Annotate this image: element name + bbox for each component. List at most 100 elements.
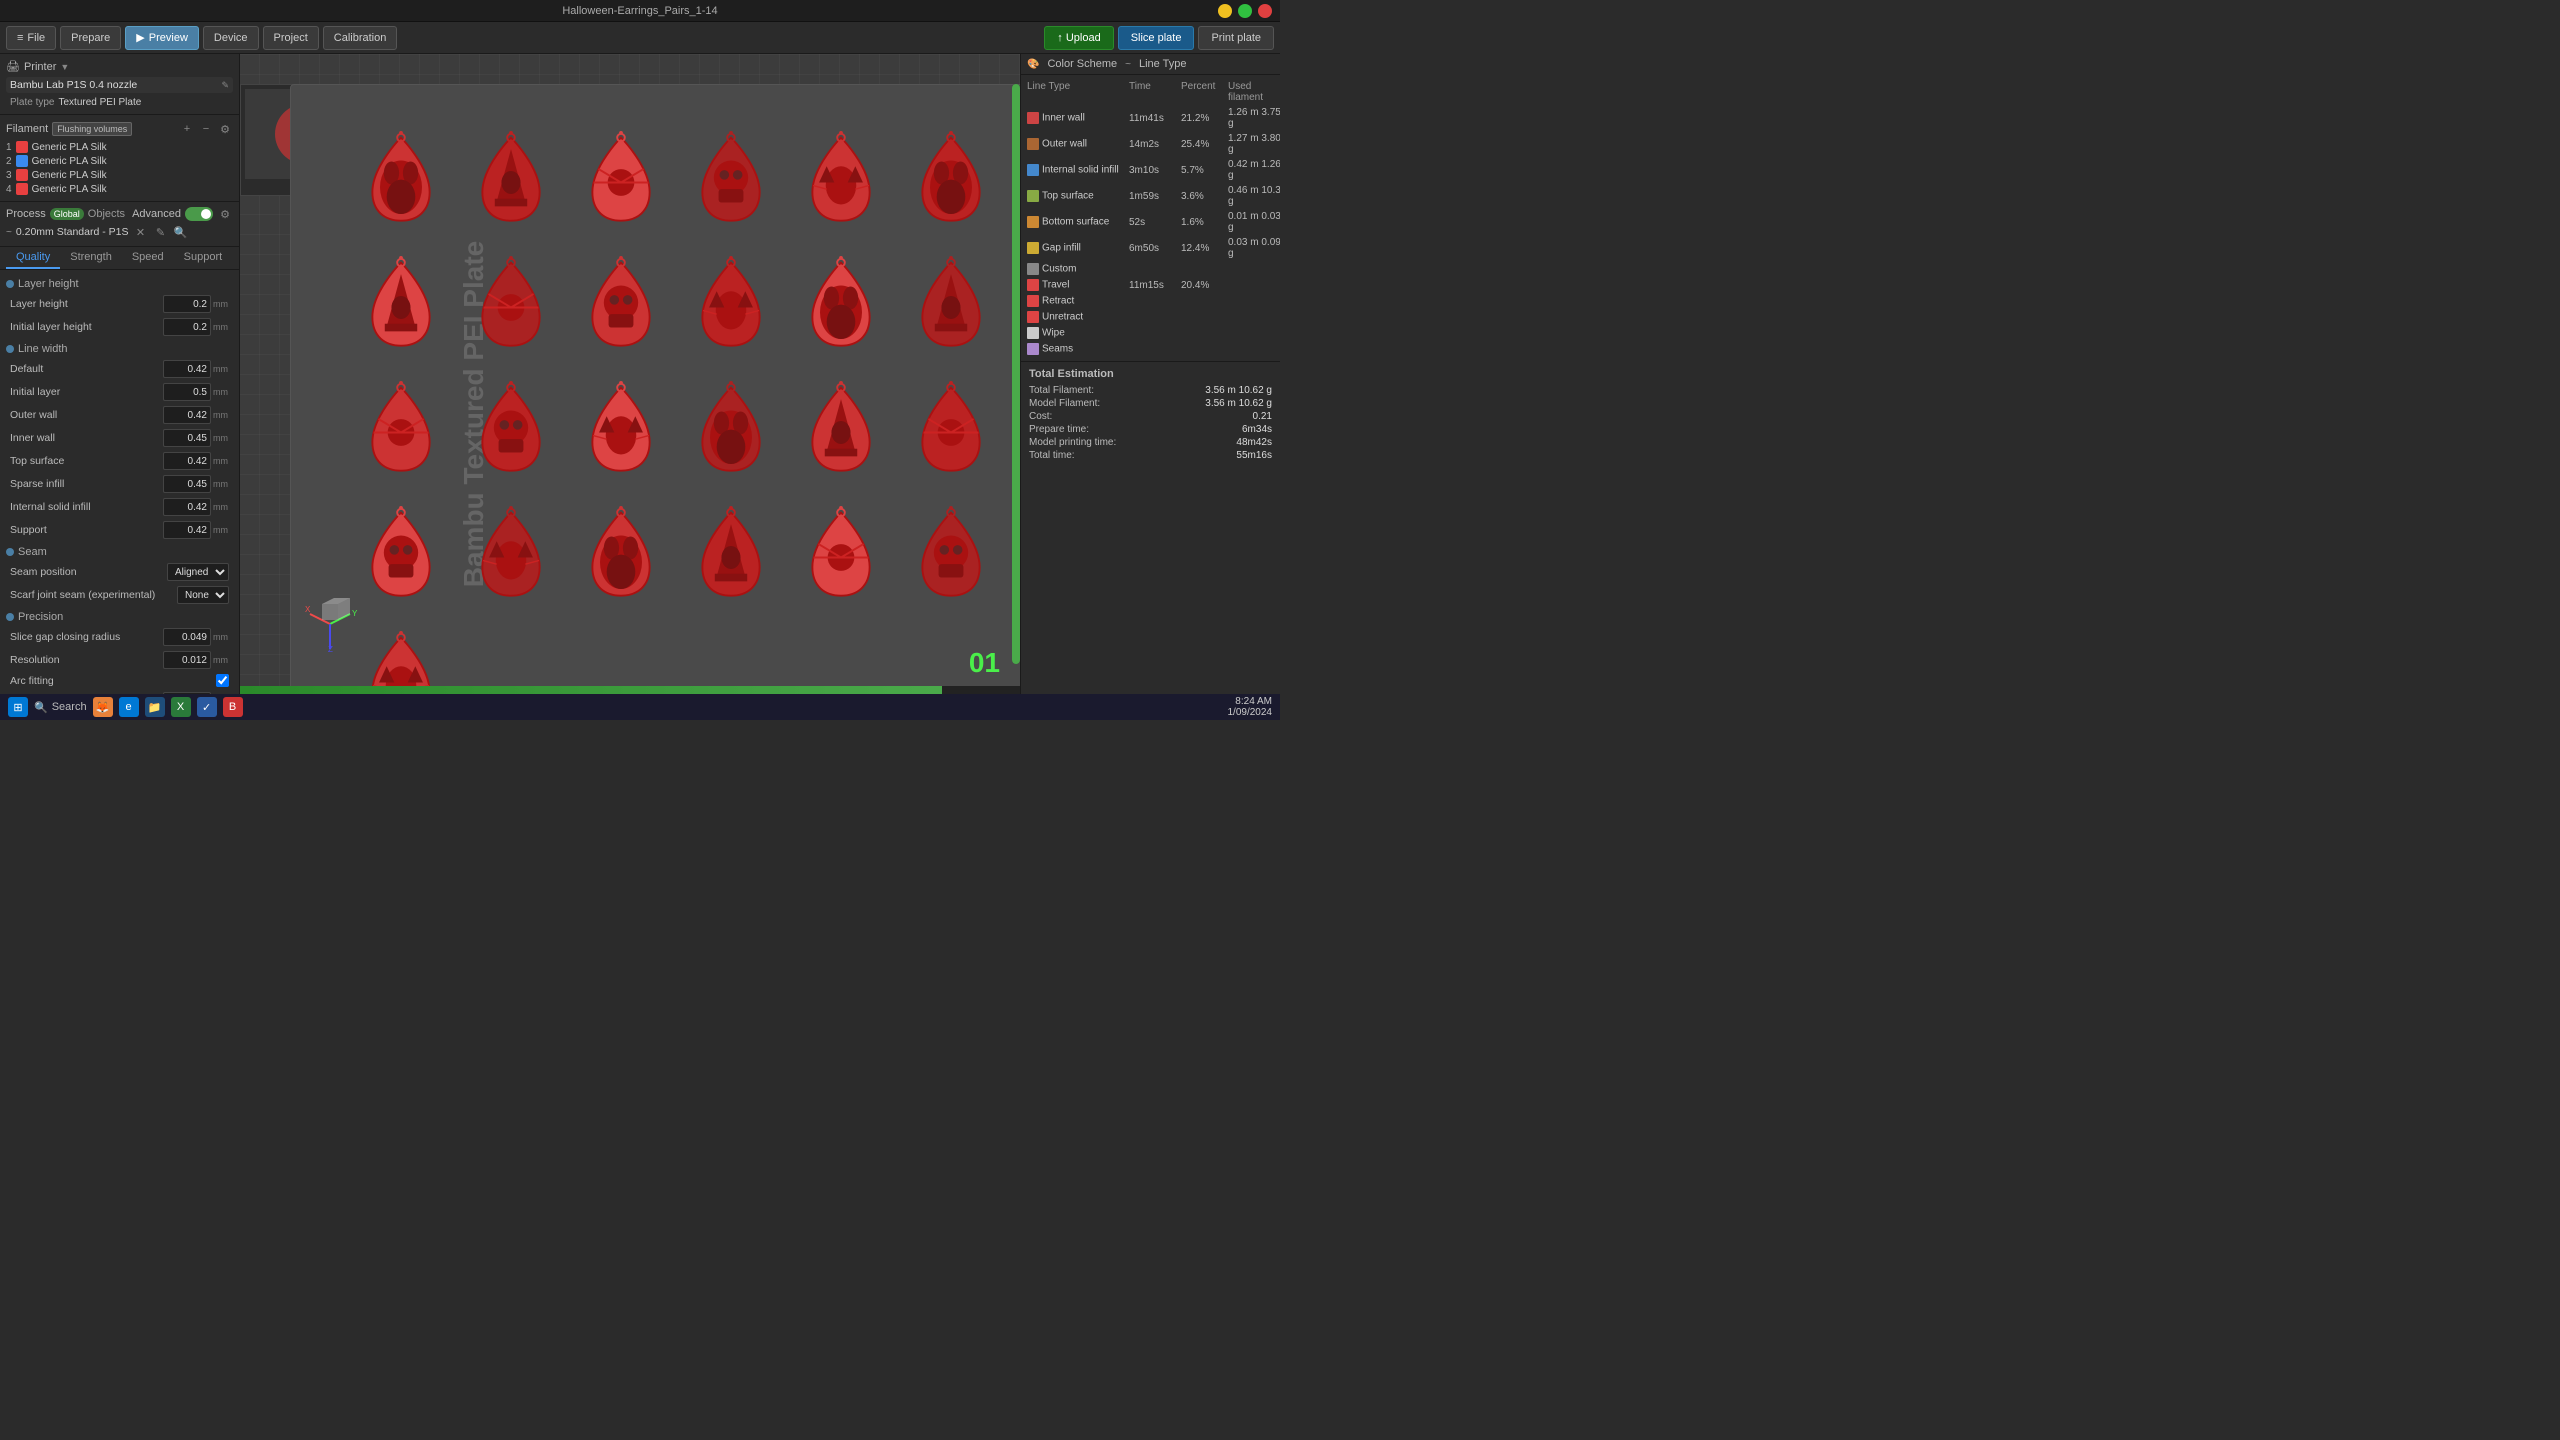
- lt-row-0: Inner wall 11m41s 21.2% 1.26 m 3.75 g: [1027, 105, 1274, 131]
- earring-svg-5: [906, 130, 996, 235]
- filament-settings-btn[interactable]: ⚙: [217, 121, 233, 137]
- calibration-btn[interactable]: Calibration: [323, 26, 398, 50]
- earring-svg-21: [686, 505, 776, 610]
- earring-item-8: [571, 250, 671, 365]
- taskbar-todo-icon[interactable]: ✓: [197, 697, 217, 717]
- preview-icon: ▶: [136, 31, 144, 44]
- lt-row-1: Outer wall 14m2s 25.4% 1.27 m 3.80 g: [1027, 131, 1274, 157]
- layer-height-row: Layer height mm: [6, 293, 233, 315]
- progress-fill: [240, 686, 942, 694]
- taskbar: ⊞ 🔍 Search 🦊 e 📁 X ✓ B 8:24 AM 1/09/2024: [0, 694, 1280, 720]
- lt-row-3: Top surface 1m59s 3.6% 0.46 m 10.36 g: [1027, 183, 1274, 209]
- layer-height-group[interactable]: Layer height: [6, 274, 233, 292]
- line-type-table: Line Type Time Percent Used filament Dis…: [1021, 75, 1280, 362]
- flushing-volumes-btn[interactable]: Flushing volumes: [52, 122, 132, 136]
- advanced-toggle[interactable]: [185, 207, 213, 221]
- remove-filament-btn[interactable]: −: [198, 121, 214, 137]
- project-btn[interactable]: Project: [263, 26, 319, 50]
- total-filament-label: Total Filament:: [1029, 385, 1094, 396]
- layer-scrollbar-thumb: [1012, 84, 1020, 664]
- scarf-joint-select[interactable]: None: [177, 586, 229, 604]
- windows-icon[interactable]: ⊞: [8, 697, 28, 717]
- lt-name-2: Internal solid infill: [1027, 164, 1127, 176]
- preset-search-btn[interactable]: 🔍: [172, 224, 188, 240]
- total-time-label: Total time:: [1029, 450, 1075, 461]
- filament-item-4: 4 Generic PLA Silk: [6, 183, 233, 195]
- outer-wall-width-row: Outer wall mm: [6, 404, 233, 426]
- axes-indicator: Y X Z: [300, 594, 360, 654]
- initial-layer-height-row: Initial layer height mm: [6, 316, 233, 338]
- internal-solid-input[interactable]: [163, 498, 211, 516]
- outer-wall-width-input[interactable]: [163, 406, 211, 424]
- seam-position-row: Seam position Aligned: [6, 561, 233, 583]
- arc-fitting-checkbox[interactable]: [216, 674, 229, 687]
- tab-quality[interactable]: Quality: [6, 247, 60, 269]
- seam-dot: [6, 548, 14, 556]
- preset-close-btn[interactable]: ✕: [132, 224, 148, 240]
- tab-others[interactable]: Others: [232, 247, 240, 269]
- seam-group[interactable]: Seam: [6, 542, 233, 560]
- viewport[interactable]: Preview 1 Bambu Textured PEI Plate: [240, 54, 1020, 694]
- printer-collapse-icon[interactable]: ▼: [60, 62, 69, 72]
- initial-layer-height-input[interactable]: [163, 318, 211, 336]
- tab-strength[interactable]: Strength: [60, 247, 122, 269]
- lt-time-3: 1m59s: [1129, 191, 1179, 202]
- close-btn[interactable]: [1258, 4, 1272, 18]
- file-menu-btn[interactable]: ≡ File: [6, 26, 56, 50]
- svg-text:Y: Y: [352, 609, 358, 618]
- resolution-input[interactable]: [163, 651, 211, 669]
- earring-item-15: [681, 375, 781, 490]
- initial-layer-width-input[interactable]: [163, 383, 211, 401]
- file-menu-icon: ≡: [17, 32, 23, 44]
- sparse-infill-input[interactable]: [163, 475, 211, 493]
- slice-btn[interactable]: Slice plate: [1118, 26, 1195, 50]
- earring-svg-3: [686, 130, 776, 235]
- layer-scrollbar[interactable]: [1012, 84, 1020, 664]
- taskbar-firefox-icon[interactable]: 🦊: [93, 697, 113, 717]
- print-btn[interactable]: Print plate: [1198, 26, 1274, 50]
- progress-bar[interactable]: [240, 686, 1020, 694]
- printer-edit-icon[interactable]: ✎: [221, 80, 229, 91]
- scarf-joint-label: Scarf joint seam (experimental): [10, 589, 177, 601]
- support-width-input[interactable]: [163, 521, 211, 539]
- add-filament-btn[interactable]: +: [179, 121, 195, 137]
- tab-support[interactable]: Support: [174, 247, 233, 269]
- initial-layer-width-row: Initial layer mm: [6, 381, 233, 403]
- seam-position-select[interactable]: Aligned: [167, 563, 229, 581]
- lt-col-time: Time: [1129, 81, 1179, 103]
- preset-edit-btn[interactable]: ✎: [152, 224, 168, 240]
- precision-group[interactable]: Precision: [6, 607, 233, 625]
- slice-gap-input[interactable]: [163, 628, 211, 646]
- preview-btn[interactable]: ▶ Preview: [125, 26, 199, 50]
- lt-row-2: Internal solid infill 3m10s 5.7% 0.42 m …: [1027, 157, 1274, 183]
- default-width-input[interactable]: [163, 360, 211, 378]
- taskbar-edge-icon[interactable]: e: [119, 697, 139, 717]
- inner-wall-width-input[interactable]: [163, 429, 211, 447]
- minimize-btn[interactable]: [1218, 4, 1232, 18]
- upload-btn[interactable]: ↑ Upload: [1044, 26, 1113, 50]
- device-btn[interactable]: Device: [203, 26, 259, 50]
- prepare-btn[interactable]: Prepare: [60, 26, 121, 50]
- taskbar-app-icon[interactable]: B: [223, 697, 243, 717]
- top-surface-width-input[interactable]: [163, 452, 211, 470]
- resolution-row: Resolution mm: [6, 649, 233, 671]
- model-filament-label: Model Filament:: [1029, 398, 1100, 409]
- precision-group-label: Precision: [18, 611, 63, 623]
- earring-item-7: [461, 250, 561, 365]
- layer-height-dot: [6, 280, 14, 288]
- taskbar-excel-icon[interactable]: X: [171, 697, 191, 717]
- layer-height-input[interactable]: [163, 295, 211, 313]
- line-width-group[interactable]: Line width: [6, 339, 233, 357]
- objects-label: Objects: [88, 208, 125, 220]
- taskbar-explorer-icon[interactable]: 📁: [145, 697, 165, 717]
- process-settings-btn[interactable]: ⚙: [217, 206, 233, 222]
- printer-name: Bambu Lab P1S 0.4 nozzle: [10, 79, 137, 91]
- lt-header-row: Line Type Time Percent Used filament Dis…: [1027, 79, 1274, 105]
- title-text: Halloween-Earrings_Pairs_1-14: [562, 5, 717, 17]
- tab-speed[interactable]: Speed: [122, 247, 174, 269]
- printer-name-row[interactable]: Bambu Lab P1S 0.4 nozzle ✎: [6, 77, 233, 93]
- taskbar-search-area[interactable]: 🔍 Search: [34, 701, 87, 714]
- maximize-btn[interactable]: [1238, 4, 1252, 18]
- lt-filament-2: 0.42 m 1.26 g: [1228, 159, 1280, 181]
- earring-svg-20: [576, 505, 666, 610]
